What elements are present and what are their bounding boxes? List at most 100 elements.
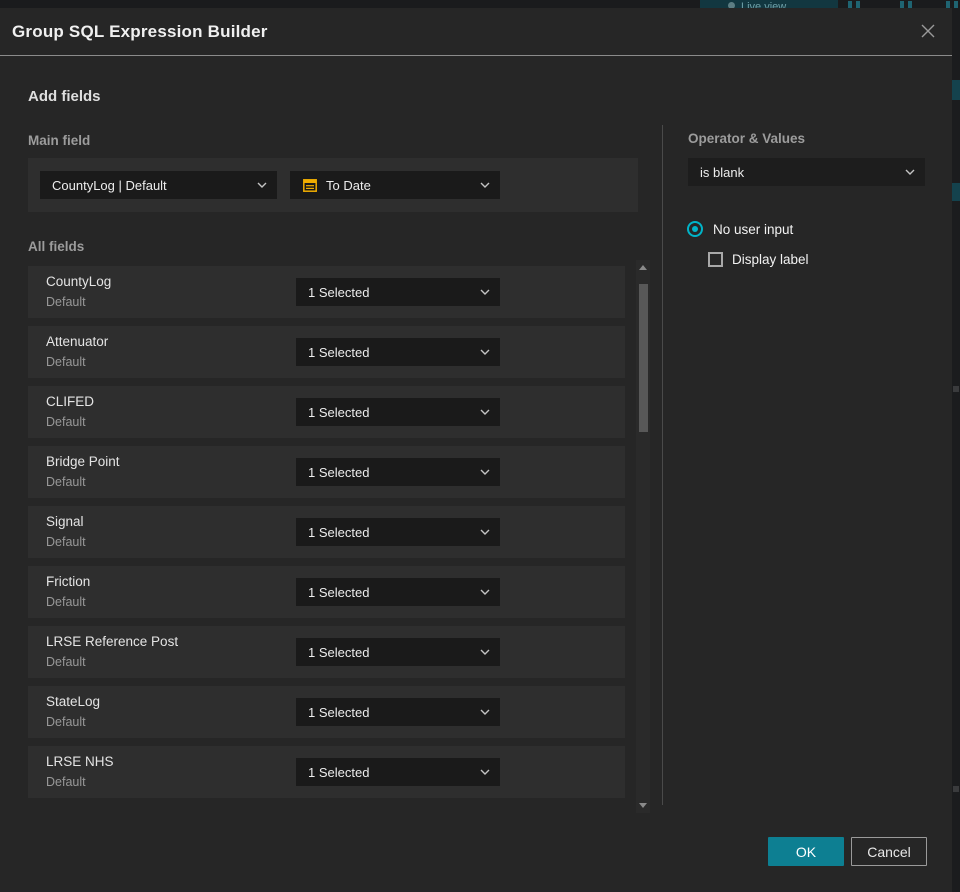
- field-variant: Default: [46, 655, 86, 669]
- field-selection-dropdown[interactable]: 1 Selected: [296, 398, 500, 426]
- backdrop-teal-fragment: [952, 183, 960, 201]
- field-variant: Default: [46, 295, 86, 309]
- field-variant: Default: [46, 475, 86, 489]
- main-field-label: Main field: [28, 133, 91, 148]
- chevron-down-icon: [480, 409, 490, 415]
- field-selection-dropdown[interactable]: 1 Selected: [296, 338, 500, 366]
- field-selection-dropdown[interactable]: 1 Selected: [296, 518, 500, 546]
- field-row: CLIFED Default 1 Selected: [28, 386, 625, 438]
- all-fields-list: CountyLog Default 1 Selected Attenuator …: [28, 266, 625, 806]
- field-variant: Default: [46, 355, 86, 369]
- all-fields-label: All fields: [28, 239, 85, 254]
- field-variant: Default: [46, 715, 86, 729]
- chevron-down-icon: [480, 182, 490, 188]
- operator-dropdown-value: is blank: [700, 164, 745, 180]
- field-row: Attenuator Default 1 Selected: [28, 326, 625, 378]
- backdrop-toolbar-fragment: [856, 1, 860, 8]
- checkbox-unchecked-icon: [708, 252, 723, 267]
- field-name: StateLog: [46, 694, 101, 709]
- field-selection-value: 1 Selected: [308, 284, 370, 300]
- operator-dropdown[interactable]: is blank: [688, 158, 925, 186]
- field-selection-dropdown[interactable]: 1 Selected: [296, 758, 500, 786]
- cancel-button[interactable]: Cancel: [851, 837, 927, 866]
- field-selection-value: 1 Selected: [308, 464, 370, 480]
- live-view-label: Live view: [741, 1, 787, 8]
- close-icon: [921, 24, 935, 38]
- calendar-date-icon: [302, 177, 318, 193]
- field-selection-dropdown[interactable]: 1 Selected: [296, 578, 500, 606]
- background-app-edge: [952, 8, 960, 892]
- main-field-dropdown-value: CountyLog | Default: [52, 177, 167, 193]
- live-view-tab: Live view: [700, 0, 838, 8]
- chevron-down-icon: [905, 169, 915, 175]
- field-row: CountyLog Default 1 Selected: [28, 266, 625, 318]
- chevron-down-icon: [480, 709, 490, 715]
- backdrop-fragment: [953, 786, 959, 792]
- no-user-input-radio[interactable]: No user input: [687, 221, 793, 237]
- display-label-checkbox[interactable]: Display label: [708, 252, 809, 267]
- chevron-down-icon: [480, 529, 490, 535]
- background-app-topbar: Live view: [0, 0, 960, 8]
- backdrop-toolbar-fragment: [908, 1, 912, 8]
- field-selection-dropdown[interactable]: 1 Selected: [296, 458, 500, 486]
- field-name: Attenuator: [46, 334, 109, 349]
- field-name: CountyLog: [46, 274, 112, 289]
- radio-selected-icon: [687, 221, 703, 237]
- operator-values-label: Operator & Values: [688, 131, 806, 146]
- backdrop-toolbar-fragment: [954, 1, 958, 8]
- chevron-down-icon: [480, 289, 490, 295]
- field-name: CLIFED: [46, 394, 95, 409]
- scroll-down-arrow-icon[interactable]: [639, 803, 647, 808]
- field-selection-value: 1 Selected: [308, 644, 370, 660]
- chevron-down-icon: [480, 589, 490, 595]
- field-selection-value: 1 Selected: [308, 764, 370, 780]
- no-user-input-label: No user input: [713, 221, 794, 237]
- field-selection-dropdown[interactable]: 1 Selected: [296, 638, 500, 666]
- chevron-down-icon: [480, 469, 490, 475]
- backdrop-teal-fragment: [952, 80, 960, 100]
- main-field-dropdown[interactable]: CountyLog | Default: [40, 171, 277, 199]
- field-row: LRSE Reference Post Default 1 Selected: [28, 626, 625, 678]
- backdrop-toolbar-fragment: [900, 1, 904, 8]
- field-name: Signal: [46, 514, 84, 529]
- field-variant: Default: [46, 535, 86, 549]
- field-row: Bridge Point Default 1 Selected: [28, 446, 625, 498]
- field-selection-value: 1 Selected: [308, 584, 370, 600]
- field-selection-value: 1 Selected: [308, 404, 370, 420]
- fields-list-scrollbar[interactable]: [636, 260, 650, 813]
- field-selection-value: 1 Selected: [308, 344, 370, 360]
- field-selection-dropdown[interactable]: 1 Selected: [296, 698, 500, 726]
- field-row: LRSE NHS Default 1 Selected: [28, 746, 625, 798]
- field-variant: Default: [46, 415, 86, 429]
- column-divider: [662, 125, 663, 805]
- field-name: Bridge Point: [46, 454, 120, 469]
- field-variant: Default: [46, 775, 86, 789]
- close-button[interactable]: [918, 21, 938, 41]
- scroll-up-arrow-icon[interactable]: [639, 265, 647, 270]
- field-row: Friction Default 1 Selected: [28, 566, 625, 618]
- backdrop-fragment: [953, 386, 959, 392]
- main-field-panel: CountyLog | Default To Date: [28, 158, 638, 212]
- field-name: Friction: [46, 574, 91, 589]
- field-row: Signal Default 1 Selected: [28, 506, 625, 558]
- display-label-text: Display label: [732, 252, 809, 267]
- dialog-header: Group SQL Expression Builder: [0, 8, 952, 56]
- field-name: LRSE NHS: [46, 754, 114, 769]
- field-selection-dropdown[interactable]: 1 Selected: [296, 278, 500, 306]
- field-name: LRSE Reference Post: [46, 634, 179, 649]
- field-variant: Default: [46, 595, 86, 609]
- field-type-dropdown[interactable]: To Date: [290, 171, 500, 199]
- add-fields-heading: Add fields: [28, 88, 101, 105]
- chevron-down-icon: [480, 769, 490, 775]
- group-sql-expression-builder-dialog: Group SQL Expression Builder Add fields …: [0, 8, 952, 892]
- dialog-title: Group SQL Expression Builder: [12, 21, 268, 41]
- field-selection-value: 1 Selected: [308, 524, 370, 540]
- backdrop-toolbar-fragment: [848, 1, 852, 8]
- ok-button[interactable]: OK: [768, 837, 844, 866]
- field-selection-value: 1 Selected: [308, 704, 370, 720]
- backdrop-toolbar-fragment: [946, 1, 950, 8]
- scrollbar-thumb[interactable]: [639, 284, 648, 432]
- chevron-down-icon: [480, 649, 490, 655]
- field-row: StateLog Default 1 Selected: [28, 686, 625, 738]
- chevron-down-icon: [480, 349, 490, 355]
